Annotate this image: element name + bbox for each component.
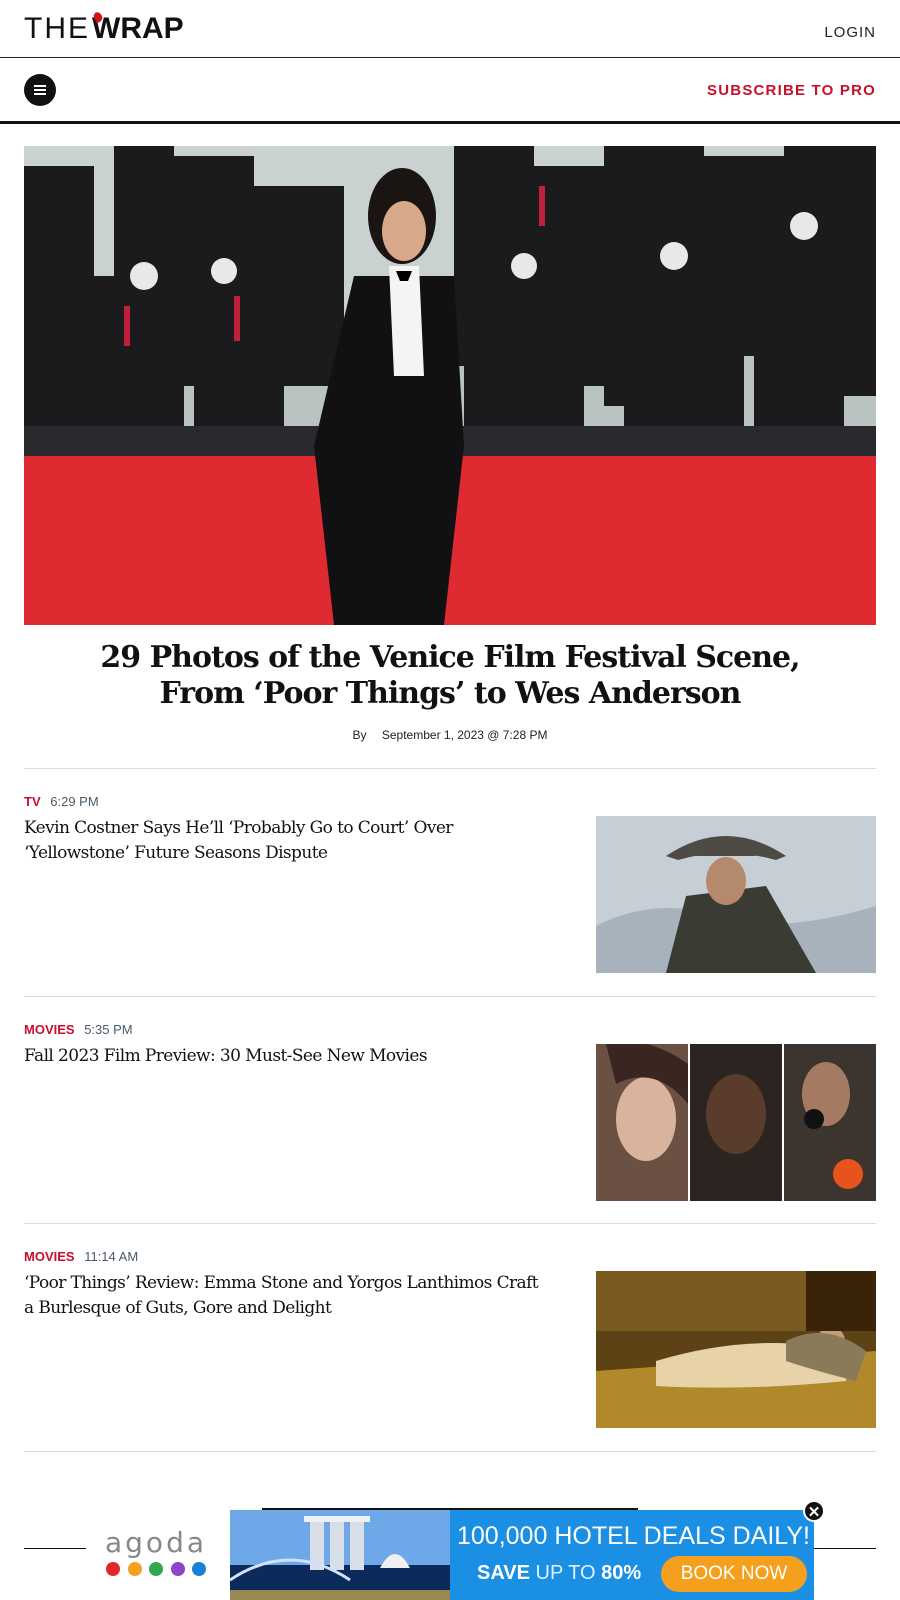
ad-headline: 100,000 HOTEL DEALS DAILY! <box>457 1522 810 1550</box>
article-thumbnail[interactable] <box>596 1044 876 1201</box>
article-headline[interactable]: Kevin Costner Says He’ll ‘Probably Go to… <box>24 816 544 866</box>
agoda-wordmark: agoda <box>105 1526 207 1559</box>
agoda-dot-icon <box>192 1562 206 1576</box>
ad-upto: UP TO <box>535 1562 596 1584</box>
article-time: 6:29 PM <box>50 794 99 809</box>
divider <box>24 996 876 997</box>
article-meta: MOVIES 5:35 PM <box>24 1022 133 1037</box>
ad-banner[interactable]: 100,000 HOTEL DEALS DAILY! SAVE UP TO 80… <box>230 1510 814 1600</box>
ad-rule-left <box>24 1548 86 1549</box>
article-headline[interactable]: ‘Poor Things’ Review: Emma Stone and Yor… <box>24 1271 544 1321</box>
ad-save-text: SAVE UP TO 80% <box>477 1562 641 1585</box>
logo-the-text: THE <box>24 12 90 45</box>
article-thumbnail[interactable] <box>596 816 876 973</box>
thewrap-logo[interactable]: THE WRAP <box>24 10 184 45</box>
close-icon[interactable]: ✕ <box>803 1500 825 1522</box>
hero-byline: By September 1, 2023 @ 7:28 PM <box>0 728 900 742</box>
article-meta: TV 6:29 PM <box>24 794 99 809</box>
agoda-dot-icon <box>106 1562 120 1576</box>
divider <box>24 1451 876 1452</box>
ad-save-word: SAVE <box>477 1562 530 1584</box>
byline-by: By <box>352 728 367 742</box>
article-time: 11:14 AM <box>84 1249 139 1264</box>
hamburger-menu-icon[interactable] <box>24 74 56 106</box>
agoda-logo[interactable]: agoda <box>104 1528 208 1576</box>
top-header: THE WRAP LOGIN <box>0 0 900 58</box>
article-item[interactable]: MOVIES 5:35 PM Fall 2023 Film Preview: 3… <box>24 998 876 1226</box>
agoda-dots <box>104 1562 208 1576</box>
ad-rule-right <box>814 1548 876 1549</box>
login-link[interactable]: LOGIN <box>824 24 876 41</box>
article-item[interactable]: TV 6:29 PM Kevin Costner Says He’ll ‘Pro… <box>24 770 876 998</box>
article-headline[interactable]: Fall 2023 Film Preview: 30 Must-See New … <box>24 1044 544 1069</box>
article-thumbnail[interactable] <box>596 1271 876 1428</box>
agoda-dot-icon <box>170 1562 185 1576</box>
article-item[interactable]: MOVIES 11:14 AM ‘Poor Things’ Review: Em… <box>24 1225 876 1453</box>
logo-wrap-text: WRAP <box>92 10 184 45</box>
agoda-dot-icon <box>127 1562 142 1576</box>
hero-headline[interactable]: 29 Photos of the Venice Film Festival Sc… <box>60 640 840 712</box>
divider <box>24 768 876 769</box>
subscribe-to-pro-link[interactable]: SUBSCRIBE TO PRO <box>707 82 876 99</box>
article-category[interactable]: MOVIES <box>24 1249 75 1264</box>
divider <box>24 1223 876 1224</box>
article-category[interactable]: MOVIES <box>24 1022 75 1037</box>
article-meta: MOVIES 11:14 AM <box>24 1249 138 1264</box>
agoda-dot-icon <box>149 1562 163 1576</box>
hero-image[interactable] <box>24 146 876 625</box>
ad-city-image <box>230 1510 450 1600</box>
ad-percent: 80% <box>601 1562 642 1584</box>
book-now-button[interactable]: BOOK NOW <box>661 1556 807 1592</box>
logo-wrap-label: WRAP <box>92 12 184 45</box>
article-time: 5:35 PM <box>84 1022 133 1037</box>
byline-date: September 1, 2023 @ 7:28 PM <box>381 728 548 742</box>
article-category[interactable]: TV <box>24 794 41 809</box>
nav-bar: SUBSCRIBE TO PRO <box>0 58 900 124</box>
